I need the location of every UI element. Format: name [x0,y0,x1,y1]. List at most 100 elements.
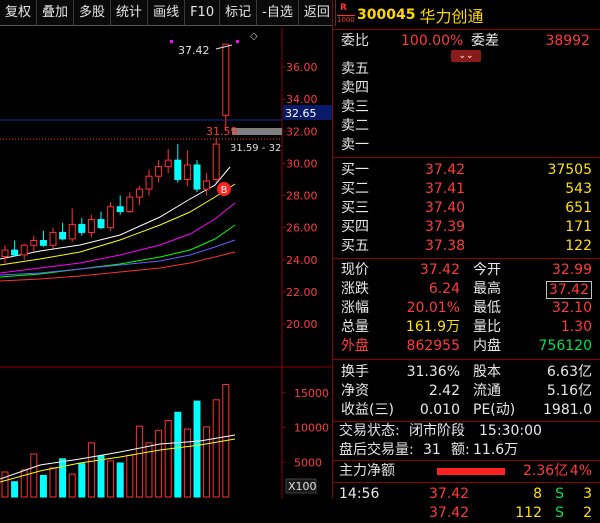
sell-row: 卖一 [341,137,369,153]
ma-line-3 [0,224,236,278]
volume-bar [203,426,211,498]
ma-line-5 [0,251,236,282]
r-badge-icon: R 1000 [337,2,355,24]
volume-bar [1,471,9,498]
stats-grid: 换手 31.36% 股本 6.63亿 净资 2.42 流通 5.16亿 收益(三) 0.010 PE… [333,363,600,420]
buy-row: 买二 37.41 543 [341,181,592,197]
toolbar-button-5[interactable]: F10 [185,0,221,26]
price-axis-label: 26.00 [286,222,318,235]
candle-body [164,159,172,168]
candle-body [87,219,95,233]
buy-row: 买三 37.40 651 [341,200,592,216]
price-axis-label: 32.00 [286,125,318,138]
volume-bar [20,469,28,498]
candle-body [212,143,220,180]
marker-dot [170,40,173,43]
quote-row: 涨幅 20.01% 最低 32.10 [341,300,592,316]
volume-bar [174,411,182,498]
candle-body [193,164,201,190]
stat-row: 净资 2.42 流通 5.16亿 [341,383,592,399]
candle-body [11,249,19,256]
toolbar-button-0[interactable]: 复权 [0,0,38,26]
volume-axis-label: 15000 [294,387,329,400]
tick-row: 37.42 112 S 2 [429,505,592,521]
tick-list: 14:56 37.42 8 S 3 37.42 112 S 2 [333,485,600,523]
volume-bar [145,442,153,498]
candle-body [20,244,28,256]
kline-chart[interactable]: 36.00 34.00 32.00 30.00 28.00 26.00 24.00 22.00… [0,27,332,499]
stat-row: 收益(三) 0.010 PE(动) 1981.0 [341,402,592,418]
volume-bar [183,428,191,498]
volume-bar [212,399,220,498]
volume-bar [11,481,19,498]
candle-body [97,219,105,229]
quote-row: 涨跌 6.24 最高 37.42 [333,280,600,299]
ma-line-2 [0,202,236,274]
marker-dot [236,40,239,43]
main-force-bar [437,468,505,475]
stat-row: 换手 31.36% 股本 6.63亿 [341,364,592,380]
annot-high-label: 37.42 [178,44,210,57]
volume-bar [135,425,143,498]
price-axis-label: 34.00 [286,93,318,106]
candle-body [222,43,230,116]
volume-bar [30,453,38,498]
candle-body [39,239,47,246]
buy-row: 买五 37.38 122 [341,238,592,254]
volume-bar [97,455,105,498]
stock-title: R 1000 300045 华力创通 [333,0,600,30]
volume-bar [164,420,172,498]
gap-marker [232,128,282,135]
toolbar-button-7[interactable]: -自选 [257,0,299,26]
buy-marker-label: B [221,185,228,196]
current-price-label: 32.65 [285,107,317,120]
volume-bar [126,454,134,498]
candle-body [203,180,211,190]
candle-body [59,231,67,240]
volume-bar [107,460,115,498]
price-axis-label: 36.00 [286,61,318,74]
quote-grid: 现价 37.42 今开 32.99 涨跌 6.24 最高 37.42 涨幅 20.01% 最低 32.… [333,261,600,356]
price-axis-label: 28.00 [286,190,318,203]
buy-orders: 买一 37.42 37505 买二 37.41 543 买三 37.40 651 买四 37.39 1… [333,161,600,256]
sell-orders: 卖五 卖四 卖三 卖二 卖一 [333,60,600,155]
candle-body [116,206,124,213]
toolbar-button-2[interactable]: 多股 [74,0,112,26]
toolbar-button-3[interactable]: 统计 [111,0,149,26]
volume-axis-label: 10000 [294,422,329,435]
sell-row: 卖三 [341,99,369,115]
candle-body [68,223,76,240]
stock-name: 华力创通 [419,6,484,26]
trade-status-row: 交易状态: 闭市阶段 15:30:00 [339,423,542,439]
weibi-row: 委比 100.00% 委差 38992 [341,33,590,49]
volume-bar [59,458,67,498]
main-force-row: 主力净额 2.36亿 4% [339,463,592,479]
volume-bar [87,442,95,498]
volume-axis-label: 5000 [294,456,322,469]
sell-row: 卖五 [341,61,369,77]
annot-prev2-label: 31.59 - 32 [230,143,281,154]
toolbar-button-1[interactable]: 叠加 [37,0,75,26]
volume-bar [78,463,86,498]
sell-row: 卖二 [341,118,369,134]
volume-bar [68,473,76,498]
tick-row: 14:56 37.42 8 S 3 [339,486,592,502]
volume-bar [116,462,124,498]
toolbar-button-8[interactable]: 返回 [299,0,336,26]
quote-panel: R 1000 300045 华力创通 委比 100.00% 委差 38992 ⌄… [333,0,600,521]
volume-bar [155,429,163,498]
price-axis-label: 24.00 [286,254,318,267]
buy-row: 买一 37.42 37505 [341,162,592,178]
ma-line-1 [0,183,236,266]
candle-body [155,166,163,177]
toolbar-button-4[interactable]: 画线 [148,0,186,26]
price-axis-label: 22.00 [286,286,318,299]
candle-body [107,206,115,229]
candle-body [78,223,86,233]
price-axis-label: 20.00 [286,318,318,331]
quote-row: 外盘 862955 内盘 756120 [341,338,592,354]
after-hours-row: 盘后交易量: 31 额: 11.6万 [339,442,519,458]
toolbar-button-6[interactable]: 标记 [220,0,258,26]
chart-toolbar: 复权 叠加 多股 统计 画线 F10 标记 -自选 返回 [0,0,336,26]
quote-row: 现价 37.42 今开 32.99 [341,262,592,278]
